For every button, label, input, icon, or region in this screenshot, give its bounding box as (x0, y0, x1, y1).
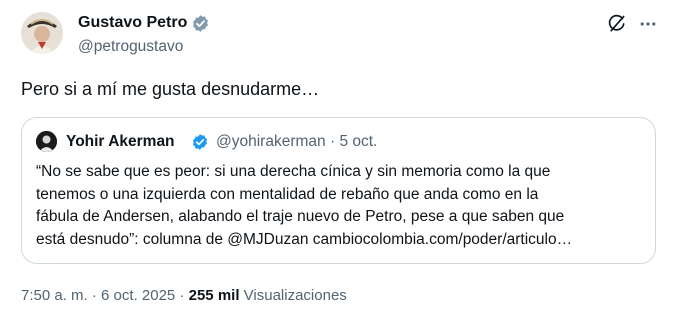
quoted-text: “No se sabe que es peor: si una derecha … (36, 161, 651, 251)
footer-separator: · (179, 287, 185, 304)
tweet-card: Gustavo Petro @petrogustavo Pero si a mí… (0, 0, 677, 322)
tweet-footer: 7:50 a. m. · 6 oct. 2025 · 255 mil Visua… (21, 286, 347, 306)
quoted-meta: @yohirakerman · 5 oct. (216, 132, 377, 152)
views-count[interactable]: 255 mil (189, 287, 240, 304)
quoted-date[interactable]: 5 oct. (339, 133, 377, 150)
author-avatar[interactable] (21, 12, 63, 54)
quoted-text-line: tenemos o una izquierda con mentalidad d… (36, 185, 539, 203)
quoted-text-line: está desnudo”: columna de @MJDuzan cambi… (36, 230, 573, 248)
author-handle[interactable]: @petrogustavo (78, 37, 183, 57)
footer-separator: · (91, 287, 97, 304)
quoted-author-avatar[interactable] (36, 131, 57, 152)
quoted-handle[interactable]: @yohirakerman (216, 133, 326, 150)
grok-icon[interactable] (604, 11, 630, 37)
tweet-text: Pero si a mí me gusta desnudarme… (21, 79, 320, 99)
more-icon[interactable] (635, 11, 661, 37)
quoted-author-name[interactable]: Yohir Akerman (66, 132, 175, 152)
verified-badge-icon (191, 14, 210, 33)
verified-badge-icon (191, 133, 209, 151)
quoted-text-line: “No se sabe que es peor: si una derecha … (36, 163, 551, 180)
tweet-time[interactable]: 7:50 a. m. (21, 287, 88, 304)
tweet-date[interactable]: 6 oct. 2025 (101, 287, 175, 304)
views-label: Visualizaciones (243, 287, 347, 304)
quoted-separator: · (329, 133, 336, 150)
quoted-text-line: fábula de Andersen, alabando el traje nu… (36, 208, 565, 225)
author-name[interactable]: Gustavo Petro (78, 13, 187, 33)
quoted-tweet[interactable]: Yohir Akerman @yohirakerman · 5 oct. “No… (21, 117, 656, 264)
